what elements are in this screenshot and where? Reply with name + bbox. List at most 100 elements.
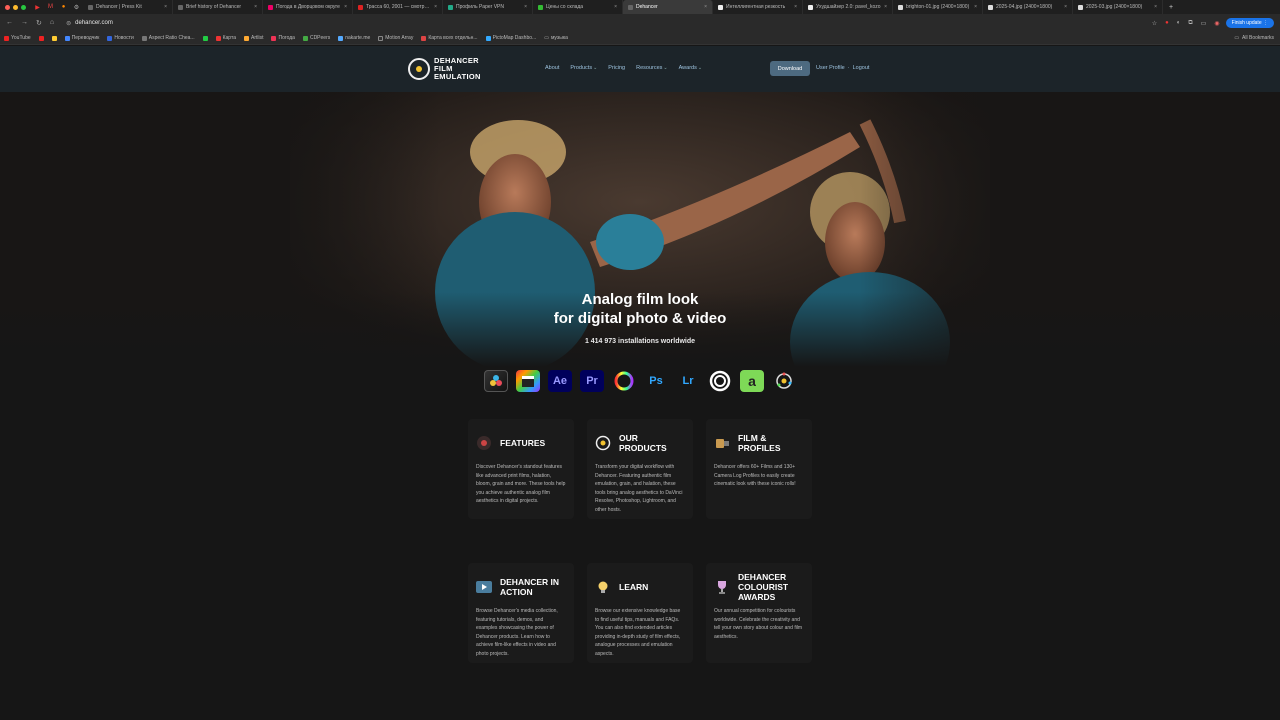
bookmark-item[interactable]: Карта xyxy=(215,35,236,41)
ofx-icon[interactable] xyxy=(612,370,636,392)
close-tab-icon[interactable]: × xyxy=(794,4,797,10)
favicon-icon xyxy=(88,4,93,10)
dehancer-logo-icon xyxy=(776,372,792,389)
tab[interactable]: Цены со склада × xyxy=(533,0,623,14)
site-info-icon[interactable]: ⊜ xyxy=(66,20,71,27)
close-tab-icon[interactable]: × xyxy=(434,4,437,10)
resolve-icon[interactable] xyxy=(484,370,508,392)
tab[interactable]: Ухудшайзер 2.0: pavel_kozo × xyxy=(803,0,893,14)
capture-one-icon[interactable] xyxy=(708,370,732,392)
card-film-profiles[interactable]: Film & Profiles Dehancer offers 60+ Film… xyxy=(706,419,812,519)
close-tab-icon[interactable]: × xyxy=(614,4,617,10)
bookmark-item[interactable]: Artlist xyxy=(243,35,263,41)
close-tab-icon[interactable]: × xyxy=(524,4,527,10)
folder-icon: ▭ xyxy=(544,35,549,41)
bookmark-star-icon[interactable]: ☆ xyxy=(1152,20,1157,27)
bookmark-item[interactable]: Motion Array xyxy=(378,35,413,41)
close-tab-icon[interactable]: × xyxy=(884,4,887,10)
tab[interactable]: Dehancer | Press Kit × xyxy=(83,0,173,14)
final-cut-icon[interactable] xyxy=(516,370,540,392)
card-title: Our Products xyxy=(619,433,667,453)
nav-products[interactable]: Products⌄ xyxy=(570,65,597,71)
after-effects-icon[interactable]: Ae xyxy=(548,370,572,392)
bookmark-item[interactable] xyxy=(51,35,57,41)
bookmark-item[interactable]: YouTube xyxy=(4,35,31,41)
bookmark-item[interactable]: Карта всех отдельн... xyxy=(421,35,478,41)
lightroom-icon[interactable]: Lr xyxy=(676,370,700,392)
bookmark-item[interactable] xyxy=(202,35,208,41)
sidebar-icon[interactable]: ▭ xyxy=(1201,20,1207,27)
bookmark-favicon-icon xyxy=(38,35,44,41)
dehancer-logo[interactable]: DEHANCER FILM EMULATION xyxy=(408,57,481,81)
tab-active[interactable]: Dehancer × xyxy=(623,0,713,14)
close-tab-icon[interactable]: × xyxy=(1154,4,1157,10)
nav-awards[interactable]: Awards⌄ xyxy=(679,65,702,71)
bookmark-favicon-icon xyxy=(485,35,491,41)
logout-link[interactable]: Logout xyxy=(853,65,870,71)
card-colourist-awards[interactable]: Dehancer Colourist Awards Our annual com… xyxy=(706,563,812,663)
close-tab-icon[interactable]: × xyxy=(704,4,707,10)
pinned-tab-gmail[interactable]: M xyxy=(46,3,55,12)
bookmark-item[interactable]: CDPeers xyxy=(302,35,331,41)
tab[interactable]: Интеллигентная резкость × xyxy=(713,0,803,14)
home-icon[interactable]: ⌂ xyxy=(50,19,54,27)
bookmark-item[interactable]: Новости xyxy=(107,35,134,41)
bookmark-label: CDPeers xyxy=(309,35,331,41)
close-window-button[interactable] xyxy=(5,4,10,10)
pinned-tab-youtube[interactable]: ▶ xyxy=(33,3,42,12)
pinned-tab-2[interactable]: ● xyxy=(59,3,68,12)
dehancer-app-icon[interactable] xyxy=(772,370,796,392)
tab[interactable]: Brief history of Dehancer × xyxy=(173,0,263,14)
extension-icon[interactable]: ● xyxy=(1165,20,1169,26)
tab[interactable]: Погода в Дворцовом округе × xyxy=(263,0,353,14)
hero-title-line: Analog film look xyxy=(581,291,699,308)
minimize-window-button[interactable] xyxy=(13,4,18,10)
close-tab-icon[interactable]: × xyxy=(164,4,167,10)
close-tab-icon[interactable]: × xyxy=(974,4,977,10)
nav-pricing[interactable]: Pricing xyxy=(608,65,625,71)
pinned-tab-3[interactable]: ⚙ xyxy=(72,3,81,12)
bookmark-item[interactable]: Погода xyxy=(271,35,295,41)
close-tab-icon[interactable]: × xyxy=(344,4,347,10)
bookmark-item[interactable]: PictoMap Dashbo... xyxy=(485,35,536,41)
zoom-window-button[interactable] xyxy=(21,4,26,10)
tab[interactable]: Трасса 60, 2001 — смотреть × xyxy=(353,0,443,14)
tab[interactable]: Профиль Paper VPN × xyxy=(443,0,533,14)
bookmark-item[interactable]: Переводчик xyxy=(64,35,100,41)
nav-about[interactable]: About xyxy=(545,65,559,71)
close-tab-icon[interactable]: × xyxy=(1064,4,1067,10)
tab[interactable]: 2025-04.jpg (2400×1800) × xyxy=(983,0,1073,14)
reload-icon[interactable]: ↻ xyxy=(36,19,42,27)
bookmark-item[interactable] xyxy=(38,35,44,41)
bookmark-label: Переводчик xyxy=(71,35,100,41)
url-field[interactable]: ⊜ dehancer.com xyxy=(66,20,113,27)
extension-icon[interactable]: ◐ xyxy=(1177,20,1181,26)
card-features[interactable]: Features Discover Dehancer's standout fe… xyxy=(468,419,574,519)
bookmark-item[interactable]: Aspect Ratio Chea... xyxy=(141,35,195,41)
close-tab-icon[interactable]: × xyxy=(254,4,257,10)
extensions-puzzle-icon[interactable]: ⧉ xyxy=(1188,20,1192,27)
tab[interactable]: 2025-03.jpg (2400×1800) × xyxy=(1073,0,1163,14)
download-button[interactable]: Download xyxy=(770,61,810,76)
back-icon[interactable]: ← xyxy=(6,19,13,27)
forward-icon[interactable]: → xyxy=(21,19,28,27)
new-tab-icon[interactable]: + xyxy=(1163,4,1179,11)
profile-avatar-icon[interactable]: ◉ xyxy=(1214,20,1219,27)
nav-resources[interactable]: Resources⌄ xyxy=(636,65,668,71)
affinity-icon[interactable]: a xyxy=(740,370,764,392)
logo-line: EMULATION xyxy=(434,72,481,81)
clapper-icon xyxy=(522,376,534,387)
finish-update-button[interactable]: Finish update ⋮ xyxy=(1225,18,1274,28)
card-in-action[interactable]: Dehancer in Action Browse Dehancer's med… xyxy=(468,563,574,663)
bookmark-item[interactable]: nakarte.me xyxy=(338,35,370,41)
favicon-icon xyxy=(898,4,903,10)
tab[interactable]: brighton-01.jpg (2400×1800) × xyxy=(893,0,983,14)
photoshop-icon[interactable]: Ps xyxy=(644,370,668,392)
card-our-products[interactable]: Our Products Transform your digital work… xyxy=(587,419,693,519)
premiere-icon[interactable]: Pr xyxy=(580,370,604,392)
all-bookmarks[interactable]: ▭ All Bookmarks xyxy=(1234,35,1280,41)
bookmark-folder[interactable]: ▭ музыка xyxy=(544,35,568,41)
card-learn[interactable]: Learn Browse our extensive knowledge bas… xyxy=(587,563,693,663)
user-profile-link[interactable]: User Profile xyxy=(816,65,845,71)
url-text: dehancer.com xyxy=(75,20,113,26)
